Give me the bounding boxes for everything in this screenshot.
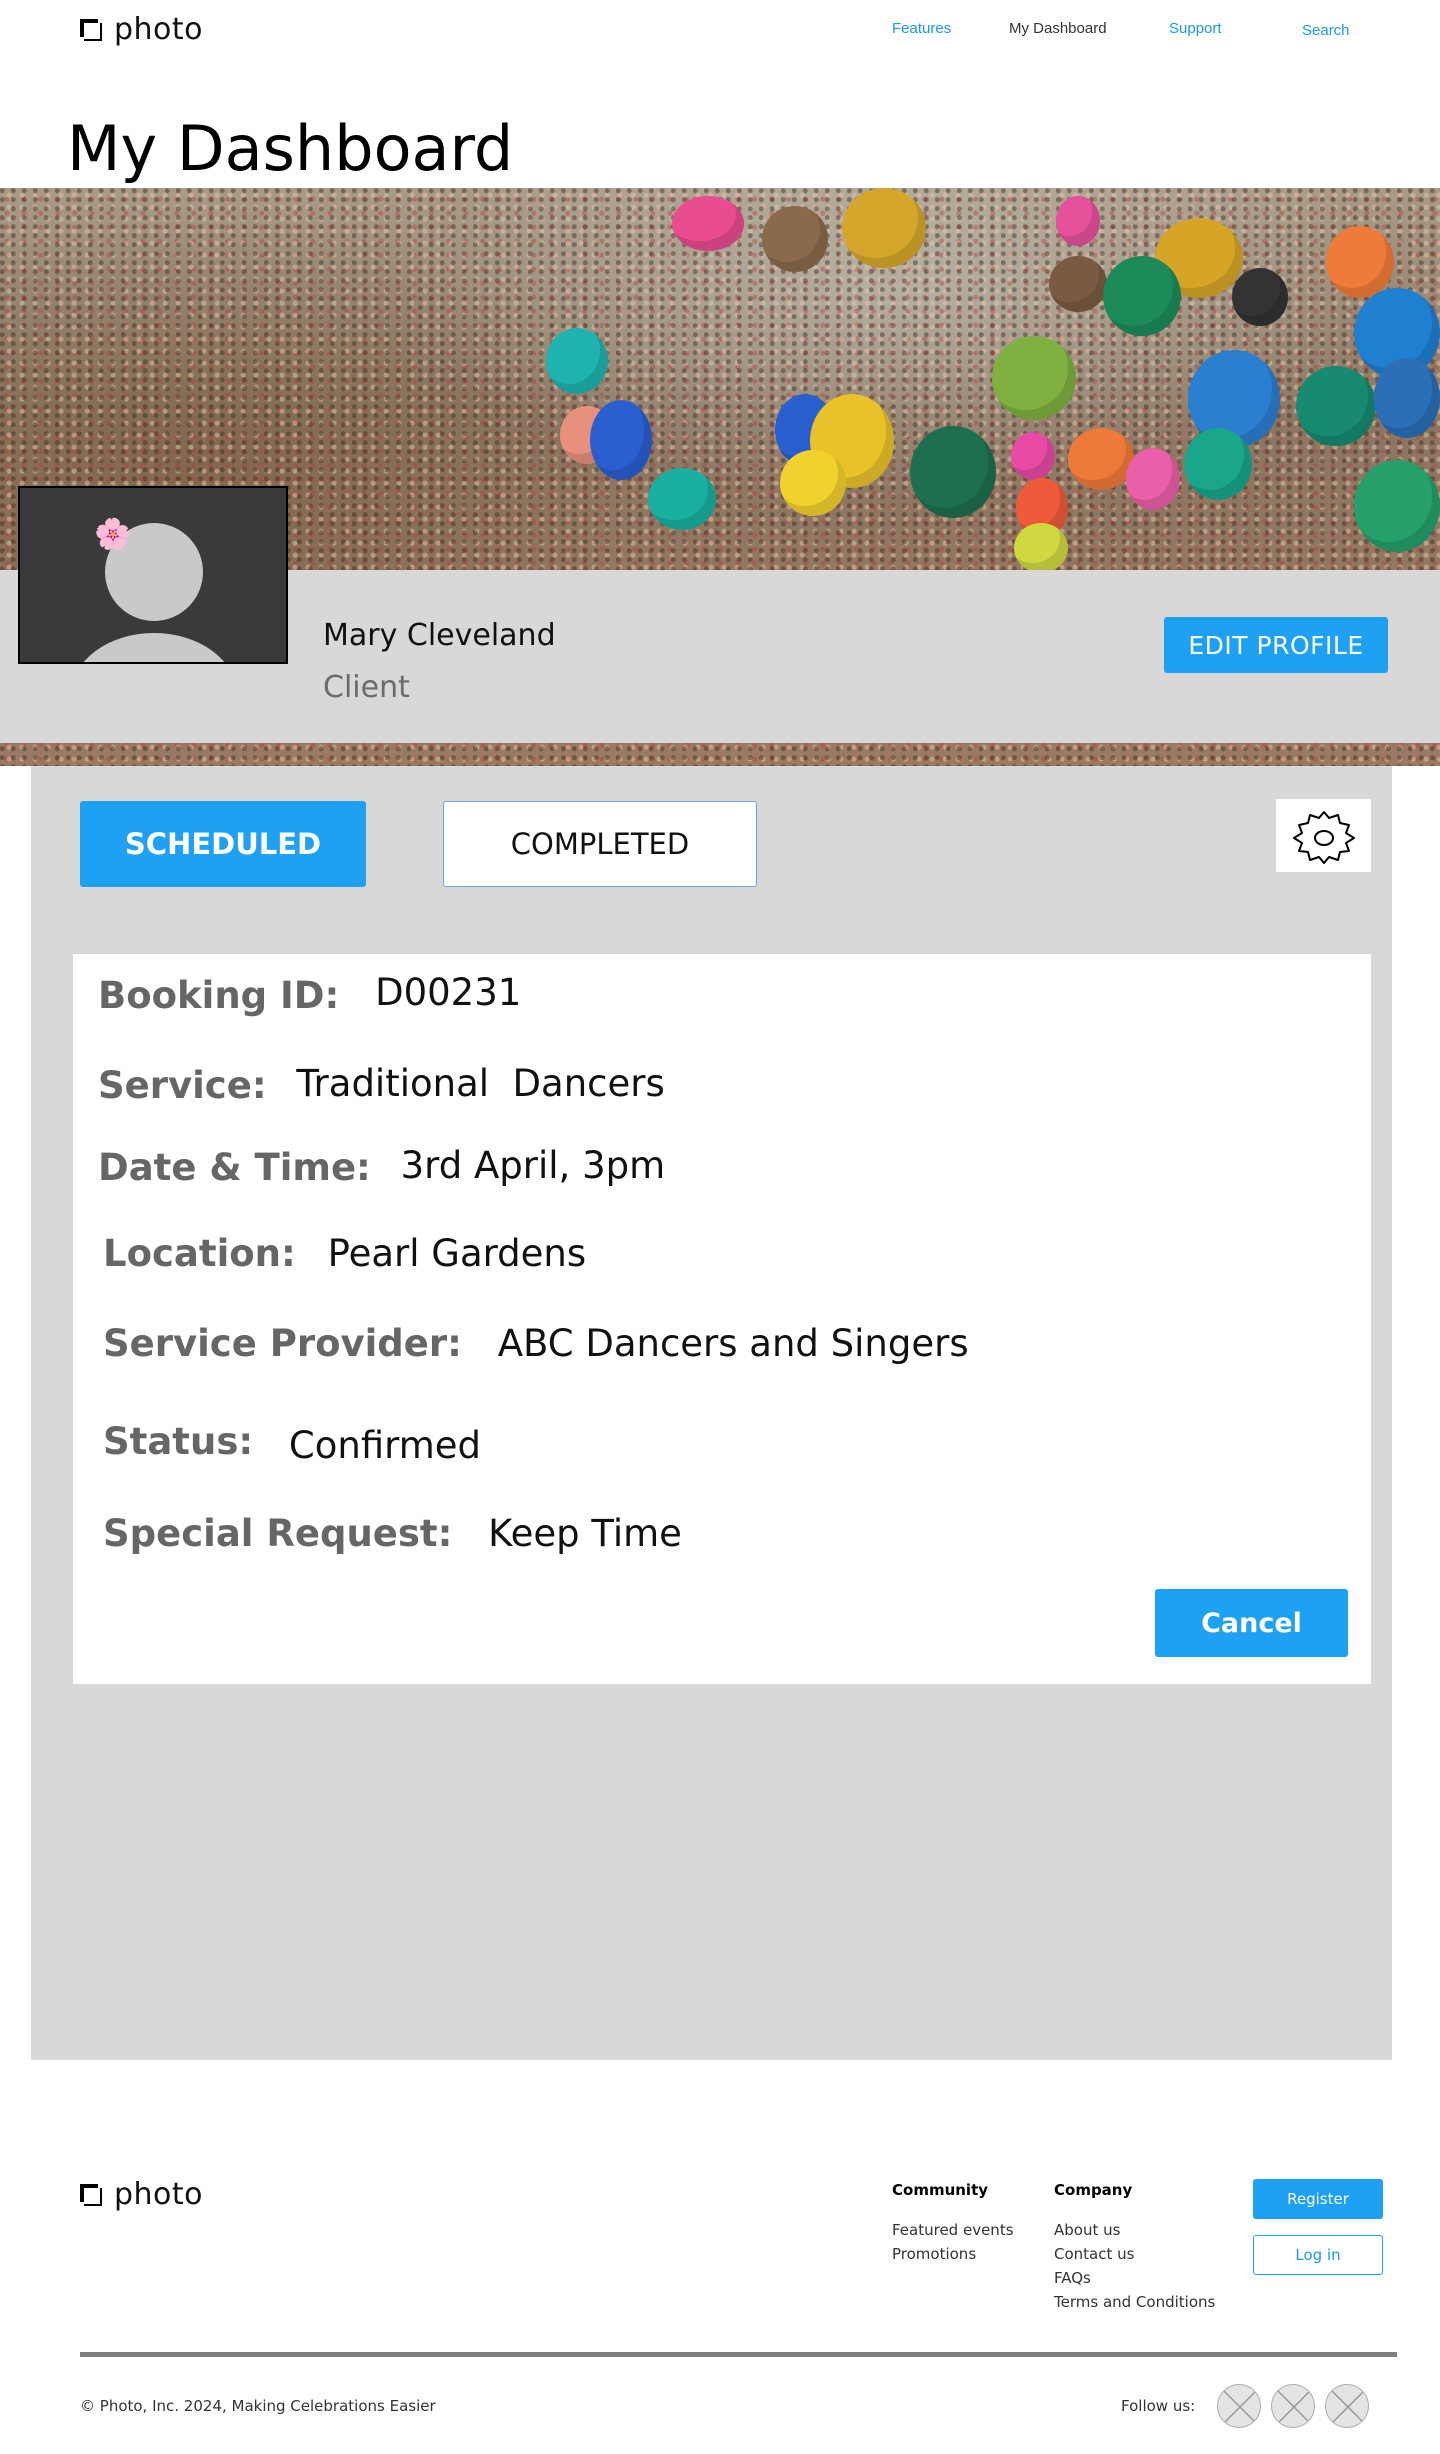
site-header: photo Features My Dashboard Support Sear…: [0, 0, 1440, 60]
service-provider-value: ABC Dancers and Singers: [497, 1322, 969, 1365]
balloon: [1126, 448, 1180, 510]
cancel-booking-button[interactable]: Cancel: [1155, 1589, 1348, 1657]
balloon: [1103, 256, 1181, 336]
balloon: [992, 336, 1076, 420]
balloon: [1326, 226, 1394, 298]
nav-my-dashboard[interactable]: My Dashboard: [1009, 20, 1107, 37]
balloon: [910, 426, 996, 518]
gear-icon: [1292, 810, 1355, 864]
tab-scheduled[interactable]: SCHEDULED: [80, 801, 366, 887]
main-nav: Features My Dashboard Support Search: [0, 20, 1440, 44]
special-request-row: Special Request: Keep Time: [103, 1512, 682, 1555]
status-value: Confirmed: [288, 1424, 482, 1467]
user-avatar-icon: [20, 488, 286, 662]
footer-link-about-us[interactable]: About us: [1054, 2221, 1120, 2239]
user-role: Client: [323, 670, 410, 705]
footer-logo-text: photo: [114, 2177, 204, 2212]
balloon: [1011, 432, 1055, 480]
flower-icon: 🌸: [94, 518, 132, 551]
balloon: [1049, 256, 1107, 312]
service-row: Service: Traditional Dancers: [98, 1062, 665, 1107]
footer-divider: [80, 2352, 1397, 2357]
special-request-value: Keep Time: [488, 1512, 682, 1555]
balloon: [1296, 366, 1376, 446]
date-time-row: Date & Time: 3rd April, 3pm: [98, 1144, 666, 1189]
user-name: Mary Cleveland: [323, 618, 556, 653]
location-row: Location: Pearl Gardens: [103, 1232, 586, 1275]
balloon: [780, 450, 846, 516]
balloon: [1232, 268, 1288, 326]
location-label: Location:: [103, 1232, 296, 1275]
tab-completed[interactable]: COMPLETED: [443, 801, 757, 887]
service-provider-row: Service Provider: ABC Dancers and Singer…: [103, 1322, 969, 1365]
logo-mark-icon: [80, 2183, 102, 2206]
footer-link-faqs[interactable]: FAQs: [1054, 2269, 1091, 2287]
balloon: [1374, 358, 1440, 438]
settings-button[interactable]: [1276, 799, 1371, 872]
balloon: [1014, 523, 1068, 573]
balloon: [762, 206, 828, 272]
special-request-label: Special Request:: [103, 1512, 453, 1555]
balloon: [1184, 428, 1252, 500]
balloon: [672, 196, 744, 251]
nav-features[interactable]: Features: [892, 20, 951, 37]
booking-id-value: D00231: [375, 971, 522, 1014]
balloon: [1056, 196, 1100, 246]
copyright-text: © Photo, Inc. 2024, Making Celebrations …: [80, 2397, 436, 2415]
login-button[interactable]: Log in: [1253, 2235, 1383, 2275]
service-label: Service:: [98, 1064, 267, 1107]
footer-logo[interactable]: photo: [80, 2177, 203, 2212]
register-button[interactable]: Register: [1253, 2179, 1383, 2219]
balloon: [842, 188, 926, 268]
nav-search[interactable]: Search: [1302, 22, 1350, 39]
avatar[interactable]: 🌸: [18, 486, 288, 664]
booking-id-label: Booking ID:: [98, 974, 340, 1017]
footer-link-terms[interactable]: Terms and Conditions: [1054, 2293, 1215, 2311]
balloon: [546, 328, 608, 394]
social-placeholder-icon[interactable]: [1271, 2384, 1315, 2428]
location-value: Pearl Gardens: [327, 1232, 587, 1275]
footer-link-contact-us[interactable]: Contact us: [1054, 2245, 1134, 2263]
footer-company-title: Company: [1054, 2181, 1133, 2199]
date-time-value: 3rd April, 3pm: [400, 1144, 666, 1187]
nav-support[interactable]: Support: [1169, 20, 1222, 37]
status-row: Status: Confirmed: [103, 1420, 481, 1467]
balloon: [590, 400, 652, 480]
status-label: Status:: [103, 1420, 254, 1463]
service-provider-label: Service Provider:: [103, 1322, 462, 1365]
footer-link-featured-events[interactable]: Featured events: [892, 2221, 1014, 2239]
edit-profile-button[interactable]: EDIT PROFILE: [1164, 617, 1388, 673]
footer-community-title: Community: [892, 2181, 989, 2199]
balloon: [648, 468, 716, 530]
service-value: Traditional Dancers: [296, 1062, 665, 1105]
social-placeholder-icon[interactable]: [1325, 2384, 1369, 2428]
page-title: My Dashboard: [67, 112, 514, 185]
booking-id-row: Booking ID: D00231: [98, 971, 522, 1017]
follow-us-label: Follow us:: [1121, 2397, 1196, 2415]
date-time-label: Date & Time:: [98, 1146, 371, 1189]
social-placeholder-icon[interactable]: [1217, 2384, 1261, 2428]
footer-link-promotions[interactable]: Promotions: [892, 2245, 976, 2263]
balloon: [1068, 428, 1134, 490]
balloon: [1354, 460, 1440, 552]
